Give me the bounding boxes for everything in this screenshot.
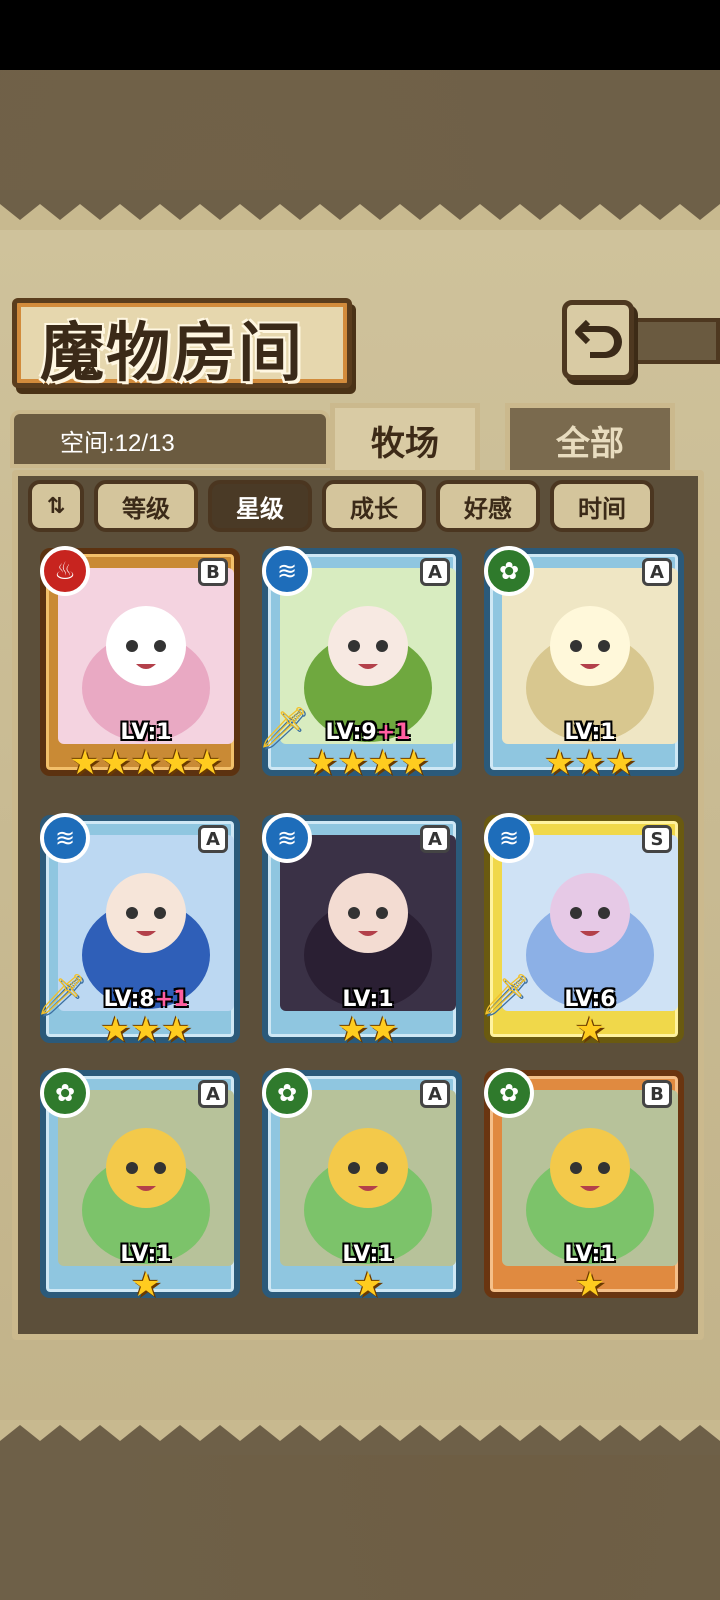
monster-card[interactable]: ≋ S 🗡 LV:6 ★ [480, 813, 684, 1047]
star-rating: ★★ [337, 1010, 399, 1050]
sort-order-toggle[interactable]: ⇅ [28, 480, 84, 532]
sort-level-button[interactable]: 等级 [94, 480, 198, 532]
level-label: LV:1 [490, 720, 690, 745]
tab-all[interactable]: 全部 [505, 403, 675, 473]
space-capacity: 空间:12/13 [60, 430, 175, 457]
pink-girl-portrait [58, 568, 234, 744]
level-text: LV:1 [564, 720, 616, 745]
level-label: LV:9+1 [268, 720, 468, 745]
monster-card[interactable]: ✿ A LV:1 ★ [40, 1068, 240, 1302]
monster-card[interactable]: ♨ B LV:1 ★★★★★ [40, 546, 240, 780]
level-label: LV:1 [268, 987, 468, 1012]
sort-bar: ⇅ 等级 星级 成长 好感 时间 [28, 480, 654, 532]
star-rating: ★★★ [544, 743, 636, 783]
level-text: LV:8 [103, 987, 155, 1012]
star-rating: ★★★ [100, 1010, 192, 1050]
blonde-fairy-portrait [502, 568, 678, 744]
fire-element-icon: ♨ [40, 546, 90, 596]
sort-affection-button[interactable]: 好感 [436, 480, 540, 532]
return-icon [575, 319, 622, 358]
rank-badge: A [198, 1080, 228, 1108]
back-bar [632, 318, 720, 364]
level-bonus: +1 [376, 720, 411, 745]
rank-badge: S [642, 825, 672, 853]
level-label: LV:8+1 [46, 987, 246, 1012]
star-rating: ★ [574, 1265, 606, 1305]
zigzag-bottom [0, 1425, 720, 1455]
level-label: LV:1 [268, 1242, 468, 1267]
level-text: LV:6 [564, 987, 616, 1012]
rank-badge: A [420, 558, 450, 586]
monster-card[interactable]: ✿ A LV:1 ★ [262, 1068, 462, 1302]
level-text: LV:1 [120, 720, 172, 745]
level-text: LV:9 [325, 720, 377, 745]
level-label: LV:1 [46, 1242, 246, 1267]
monster-card[interactable]: ≋ A 🗡 LV:9+1 ★★★★ [258, 546, 462, 780]
green-slime-portrait [58, 1090, 234, 1266]
rank-badge: B [642, 1080, 672, 1108]
star-rating: ★ [574, 1010, 606, 1050]
level-label: LV:1 [490, 1242, 690, 1267]
water-element-icon: ≋ [40, 813, 90, 863]
green-slime-portrait [280, 1090, 456, 1266]
water-element-icon: ≋ [262, 813, 312, 863]
level-text: LV:1 [342, 1242, 394, 1267]
star-rating: ★ [130, 1265, 162, 1305]
rank-badge: A [420, 825, 450, 853]
star-rating: ★★★★★ [69, 743, 223, 783]
level-text: LV:1 [120, 1242, 172, 1267]
grass-element-icon: ✿ [262, 1068, 312, 1118]
sort-growth-button[interactable]: 成长 [322, 480, 426, 532]
monster-card[interactable]: ≋ A 🗡 LV:8+1 ★★★ [36, 813, 240, 1047]
monster-card[interactable]: ✿ B LV:1 ★ [484, 1068, 684, 1302]
page-title: 魔物房间 [40, 316, 304, 391]
star-rating: ★ [352, 1265, 384, 1305]
grass-element-icon: ✿ [40, 1068, 90, 1118]
sort-star-button[interactable]: 星级 [208, 480, 312, 532]
water-element-icon: ≋ [262, 546, 312, 596]
back-button[interactable] [562, 300, 634, 380]
rank-badge: B [198, 558, 228, 586]
level-text: LV:1 [342, 987, 394, 1012]
level-text: LV:1 [564, 1242, 616, 1267]
star-rating: ★★★★ [307, 743, 429, 783]
rank-badge: A [420, 1080, 450, 1108]
level-bonus: +1 [154, 987, 189, 1012]
dark-hair-girl-portrait [280, 835, 456, 1011]
tab-ranch[interactable]: 牧场 [330, 403, 480, 473]
water-element-icon: ≋ [484, 813, 534, 863]
monster-card[interactable]: ✿ A LV:1 ★★★ [484, 546, 684, 780]
sort-time-button[interactable]: 时间 [550, 480, 654, 532]
level-label: LV:1 [46, 720, 246, 745]
rank-badge: A [642, 558, 672, 586]
status-bar [0, 0, 720, 70]
monster-card[interactable]: ≋ A LV:1 ★★ [262, 813, 462, 1047]
grass-element-icon: ✿ [484, 1068, 534, 1118]
zigzag-top [0, 190, 720, 220]
green-slime-portrait [502, 1090, 678, 1266]
rank-badge: A [198, 825, 228, 853]
grass-element-icon: ✿ [484, 546, 534, 596]
level-label: LV:6 [490, 987, 690, 1012]
